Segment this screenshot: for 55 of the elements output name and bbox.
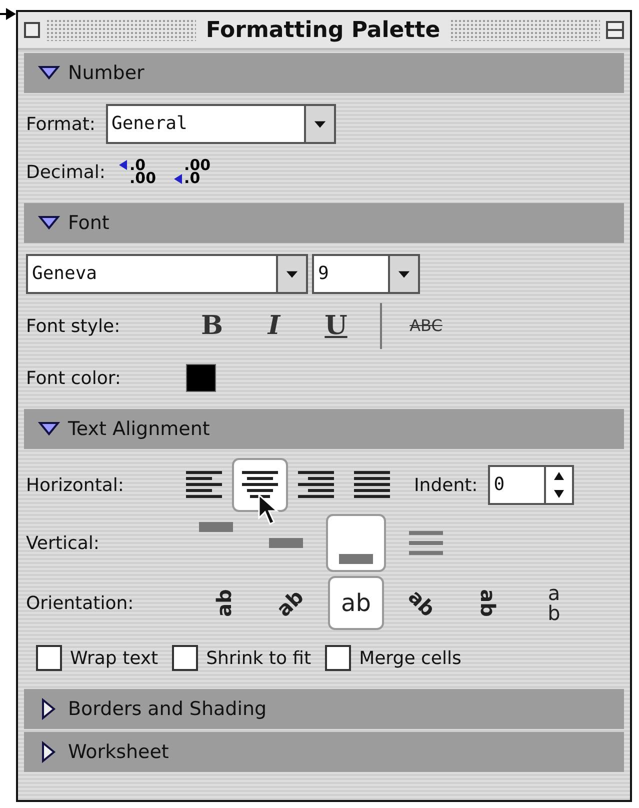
orientation-button[interactable]: ab	[262, 576, 318, 630]
field-label: Decimal:	[26, 160, 106, 184]
align-center-icon	[242, 470, 278, 500]
arrow-icon	[174, 174, 182, 184]
window-title: Formatting Palette	[204, 16, 442, 44]
underline-button[interactable]: U	[310, 306, 362, 346]
indent-field[interactable]: 0	[488, 465, 574, 505]
orientation-button[interactable]: ab	[196, 576, 252, 630]
align-left-icon	[186, 470, 222, 500]
section-header[interactable]: Borders and Shading	[24, 689, 624, 729]
collapse-box-icon[interactable]	[606, 21, 624, 39]
valign-top-icon	[199, 522, 233, 532]
checkbox[interactable]	[325, 645, 352, 671]
bold-button[interactable]: B	[186, 306, 238, 346]
leader-line	[0, 6, 16, 22]
section-header[interactable]: Worksheet	[24, 732, 624, 772]
field-label: Indent:	[414, 474, 478, 498]
checkbox-label: Merge cells	[359, 646, 462, 670]
decimal-button[interactable]: .0 .00	[115, 158, 160, 186]
checkbox[interactable]	[36, 645, 62, 671]
format-dropdown[interactable]: General	[106, 104, 336, 144]
field-label: Format:	[26, 112, 96, 136]
field-label: Font color:	[26, 366, 122, 390]
section-header[interactable]: Number	[24, 53, 624, 93]
orientation-button[interactable]: ab	[460, 576, 516, 630]
strikethrough-button[interactable]: ABC	[400, 314, 452, 338]
caret-icon	[388, 256, 418, 292]
checkbox-label: Wrap text	[70, 646, 158, 670]
cursor-icon	[258, 494, 280, 526]
font-color-swatch[interactable]	[186, 364, 216, 392]
font-dropdown[interactable]: Geneva	[26, 254, 308, 294]
field-label: Orientation:	[26, 592, 135, 616]
valign-justify-icon	[409, 531, 443, 555]
align-justify-icon	[354, 470, 390, 500]
arrow-icon	[119, 160, 128, 170]
caret-icon	[276, 256, 306, 292]
field-label: Horizontal:	[26, 474, 125, 498]
section-header[interactable]: Text Alignment	[24, 409, 624, 449]
field-label: Font style:	[26, 314, 122, 338]
decimal-button[interactable]: .00 .0	[170, 158, 215, 186]
align-right-icon	[298, 470, 334, 500]
valign-bottom-icon	[339, 554, 373, 564]
italic-button[interactable]: I	[248, 306, 300, 346]
size-dropdown[interactable]: 9	[312, 254, 420, 294]
checkbox[interactable]	[172, 645, 198, 671]
field-label: Vertical:	[26, 532, 100, 556]
checkbox-label: Shrink to fit	[206, 646, 312, 670]
close-box-icon[interactable]	[24, 22, 40, 38]
orientation-button[interactable]: ab	[328, 576, 384, 630]
valign-center-icon	[269, 538, 303, 548]
caret-icon	[304, 106, 334, 142]
valign-bottom-button[interactable]	[326, 514, 386, 572]
orientation-button[interactable]: ab	[394, 576, 450, 630]
orientation-button[interactable]: ab	[526, 576, 582, 630]
section-header[interactable]: Font	[24, 203, 624, 243]
